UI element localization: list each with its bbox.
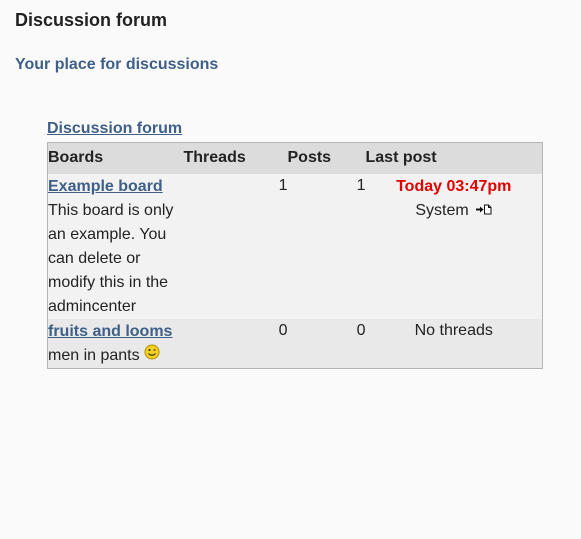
board-cell: Example board This board is only an exam… <box>48 174 184 319</box>
last-post-info: System <box>366 199 543 223</box>
board-description: men in pants <box>48 344 184 368</box>
board-link-fruits-and-looms[interactable]: fruits and looms <box>48 319 184 344</box>
page-subtitle: Your place for discussions <box>15 56 219 73</box>
table-header-row: Boards Threads Posts Last post <box>47 142 543 174</box>
post-count: 0 <box>356 321 366 339</box>
column-header-threads: Threads <box>183 149 246 167</box>
board-cell: fruits and looms men in pants <box>48 319 184 369</box>
last-post-time: Today 03:47pm <box>396 177 512 195</box>
smiley-icon <box>144 344 160 368</box>
goto-last-post-icon[interactable] <box>475 199 492 223</box>
post-count: 1 <box>356 176 366 194</box>
boards-table: Boards Threads Posts Last post Example b… <box>47 142 543 369</box>
smiley-icon-graphic <box>144 344 160 359</box>
thread-count: 1 <box>278 176 288 194</box>
column-header-boards: Boards <box>48 149 104 167</box>
last-post-user: System <box>415 201 469 219</box>
forum-breadcrumb-link[interactable]: Discussion forum <box>47 120 182 138</box>
page-title: Discussion forum <box>15 10 168 30</box>
board-description: This board is only an example. You can d… <box>48 201 174 315</box>
board-description-text: men in pants <box>48 346 140 364</box>
column-header-posts: Posts <box>287 149 332 167</box>
last-post-cell: No threads <box>366 319 543 369</box>
last-post-cell: Today 03:47pm System <box>366 174 543 319</box>
table-row: fruits and looms men in pants 0 0 No thr… <box>47 318 543 369</box>
thread-count: 0 <box>278 321 288 339</box>
board-link-example-board[interactable]: Example board <box>48 174 184 199</box>
forum-page: Discussion forum Your place for discussi… <box>0 0 581 539</box>
no-threads-text: No threads <box>414 321 493 339</box>
column-header-last-post: Last post <box>365 149 437 167</box>
table-row: Example board This board is only an exam… <box>47 173 543 319</box>
goto-last-post-icon-graphic <box>476 204 492 214</box>
